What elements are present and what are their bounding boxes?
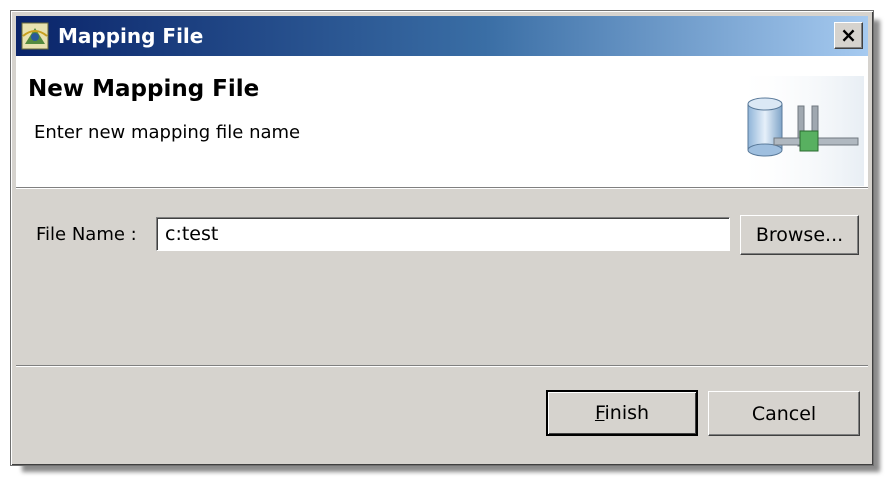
close-icon: × — [840, 23, 857, 47]
cancel-button[interactable]: Cancel — [708, 391, 860, 436]
finish-label: inish — [604, 402, 650, 424]
button-bar-divider — [16, 365, 868, 367]
database-mapping-icon — [734, 76, 864, 186]
banner-separator — [16, 188, 868, 189]
file-name-label: File Name : — [36, 224, 137, 245]
window-title: Mapping File — [58, 24, 204, 48]
app-icon — [21, 22, 49, 50]
mapping-file-dialog: Mapping File × New Mapping File Enter ne… — [10, 10, 874, 466]
title-bar[interactable]: Mapping File × — [16, 16, 868, 56]
finish-mnemonic: F — [594, 402, 605, 424]
finish-button[interactable]: Finish — [546, 390, 698, 436]
browse-button[interactable]: Browse... — [740, 215, 859, 255]
page-title: New Mapping File — [28, 76, 260, 102]
file-name-input[interactable] — [156, 217, 730, 251]
page-description: Enter new mapping file name — [34, 122, 301, 143]
close-button[interactable]: × — [834, 22, 863, 49]
wizard-banner: New Mapping File Enter new mapping file … — [16, 56, 868, 188]
